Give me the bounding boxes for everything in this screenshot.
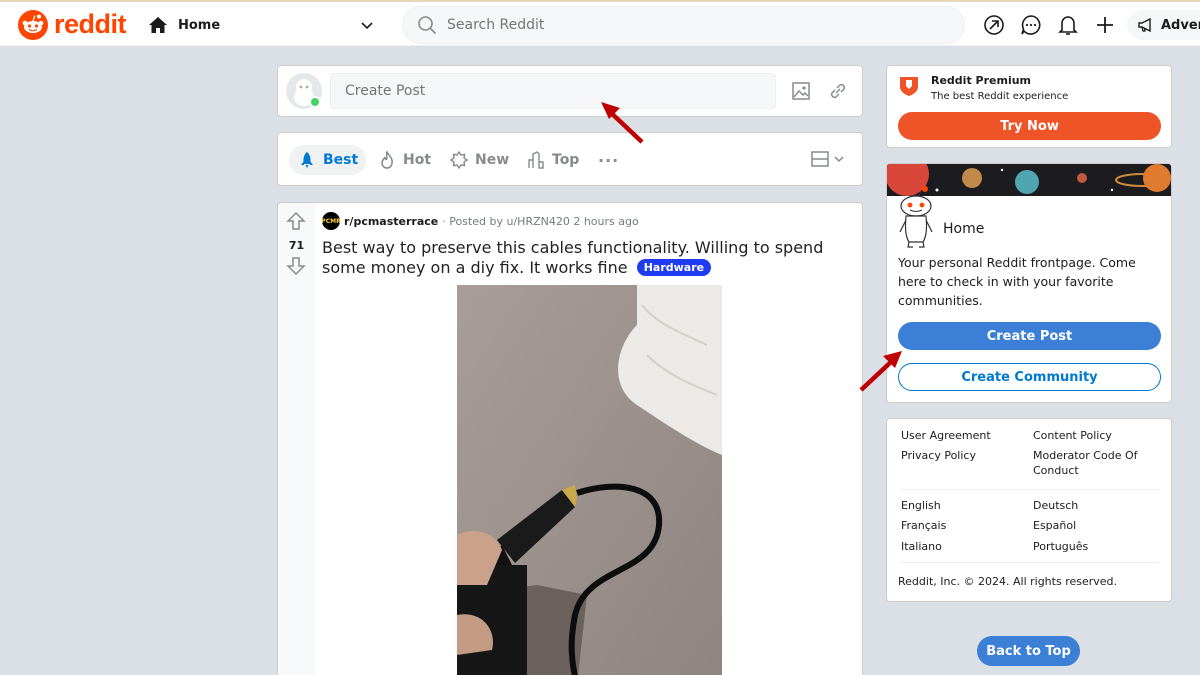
footer-link-content-policy[interactable]: Content Policy <box>1033 428 1112 443</box>
language-italiano[interactable]: Italiano <box>901 539 942 554</box>
link-icon[interactable] <box>827 80 849 102</box>
footer-divider <box>901 562 1159 563</box>
language-portugues[interactable]: Português <box>1033 539 1088 554</box>
home-card-title: Home <box>943 221 985 237</box>
post-flair[interactable]: Hardware <box>636 259 712 276</box>
annotation-arrow-icon <box>601 102 644 144</box>
premium-shield-icon <box>900 77 918 96</box>
sort-hot[interactable]: Hot <box>369 145 439 175</box>
vote-count: 71 <box>288 239 305 252</box>
search-bar[interactable] <box>402 6 965 44</box>
top-header: reddit Home Advert <box>0 0 1200 46</box>
feed-label: Home <box>178 17 221 33</box>
create-post-bar <box>277 65 863 117</box>
bell-icon[interactable] <box>1056 13 1080 37</box>
premium-subtitle: The best Reddit experience <box>931 91 1069 102</box>
home-card-description: Your personal Reddit frontpage. Come her… <box>898 255 1136 308</box>
copyright: Reddit, Inc. © 2024. All rights reserved… <box>898 575 1118 588</box>
subreddit-link[interactable]: r/pcmasterrace <box>344 215 438 228</box>
home-icon <box>149 17 167 33</box>
footer-card: User Agreement Privacy Policy Content Po… <box>886 418 1172 602</box>
image-upload-icon[interactable] <box>790 80 812 102</box>
sort-best-label: Best <box>323 152 359 168</box>
sort-new[interactable]: New <box>441 145 517 175</box>
search-input[interactable] <box>447 17 927 33</box>
sort-top[interactable]: Top <box>518 145 587 175</box>
feed-dropdown[interactable]: Home <box>148 10 380 40</box>
vote-column: 71 <box>278 203 315 675</box>
chevron-down-icon <box>834 156 844 163</box>
sort-top-label: Top <box>552 152 580 168</box>
reddit-wordmark: reddit <box>54 8 127 39</box>
snoo-mascot-icon <box>899 186 933 248</box>
footer-link-user-agreement[interactable]: User Agreement <box>901 428 991 443</box>
footer-divider <box>901 489 1159 490</box>
post-image[interactable] <box>457 285 722 675</box>
popular-arrow-icon[interactable] <box>982 13 1006 37</box>
downvote-icon[interactable] <box>286 256 306 276</box>
chevron-down-icon <box>361 22 373 30</box>
advertise-label: Advert <box>1161 17 1200 33</box>
advertise-button[interactable]: Advert <box>1127 10 1200 40</box>
footer-link-moderator-code[interactable]: Moderator Code Of Conduct <box>1033 448 1153 478</box>
language-francais[interactable]: Français <box>901 518 946 533</box>
premium-title: Reddit Premium <box>931 74 1032 87</box>
post-meta: PCMR r/pcmasterrace · Posted by u/HRZN42… <box>321 212 639 230</box>
subreddit-icon[interactable]: PCMR <box>321 212 341 230</box>
reddit-logo[interactable]: reddit <box>18 8 127 40</box>
top-chart-icon <box>528 151 544 169</box>
burst-icon <box>449 150 469 170</box>
language-english[interactable]: English <box>901 498 941 513</box>
card-view-icon <box>811 151 829 167</box>
search-icon <box>418 16 437 35</box>
rocket-icon <box>301 152 313 168</box>
sort-best[interactable]: Best <box>289 145 367 175</box>
cable-photo <box>457 285 722 675</box>
create-post-input[interactable] <box>330 73 776 109</box>
more-options-icon[interactable]: ··· <box>590 145 627 175</box>
footer-link-privacy-policy[interactable]: Privacy Policy <box>901 448 976 463</box>
chat-icon[interactable] <box>1019 13 1043 37</box>
sort-bar: Best Hot New Top ··· <box>277 132 863 186</box>
sort-hot-label: Hot <box>403 152 432 168</box>
plus-icon[interactable] <box>1093 13 1117 37</box>
upvote-icon[interactable] <box>286 211 306 231</box>
posted-by: · Posted by u/HRZN420 2 hours ago <box>442 214 639 228</box>
create-community-button[interactable]: Create Community <box>898 363 1161 391</box>
sort-new-label: New <box>475 152 510 168</box>
megaphone-icon <box>1138 17 1151 33</box>
online-indicator <box>309 96 321 108</box>
language-deutsch[interactable]: Deutsch <box>1033 498 1078 513</box>
home-card: Home Your personal Reddit frontpage. Com… <box>886 163 1172 403</box>
post-card[interactable]: 71 PCMR r/pcmasterrace · Posted by u/HRZ… <box>277 202 863 675</box>
layout-toggle[interactable] <box>810 149 846 169</box>
try-now-button[interactable]: Try Now <box>898 112 1161 140</box>
create-post-button[interactable]: Create Post <box>898 322 1161 350</box>
premium-card: Reddit Premium The best Reddit experienc… <box>886 65 1172 148</box>
post-title-text: Best way to preserve this cables functio… <box>322 238 824 277</box>
post-title[interactable]: Best way to preserve this cables functio… <box>322 238 852 278</box>
flame-icon <box>381 150 393 169</box>
back-to-top-button[interactable]: Back to Top <box>977 636 1080 666</box>
snoo-icon <box>18 10 48 40</box>
annotation-arrow-icon <box>859 351 902 392</box>
language-espanol[interactable]: Español <box>1033 518 1076 533</box>
